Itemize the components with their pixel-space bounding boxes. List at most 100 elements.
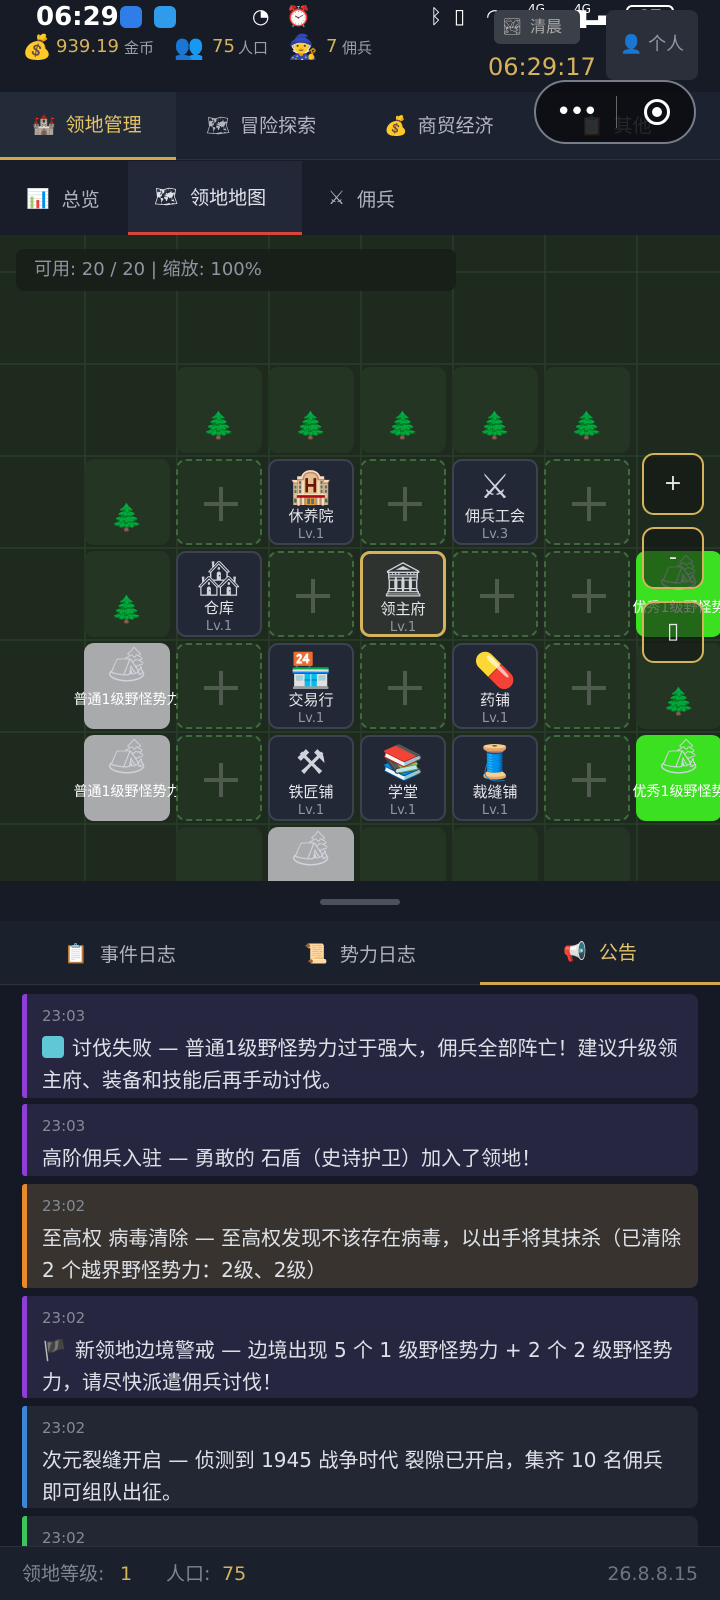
flag-icon: 🏴 [42, 1338, 67, 1362]
forest-tile[interactable]: 🌲 [360, 367, 446, 453]
building-blacksmith[interactable]: ⚒ 铁匠铺 Lv.1 [268, 735, 354, 821]
empty-plot[interactable] [360, 459, 446, 545]
empty-plot[interactable] [452, 551, 538, 637]
building-level: Lv.1 [389, 620, 417, 635]
log-text: 讨伐失败 — 普通1级野怪势力过于强大，佣兵全部阵亡！建议升级领主府、装备和技能… [42, 1036, 678, 1092]
profile-button[interactable]: 👤 个人 [606, 10, 698, 80]
tab-territory-map[interactable]: 🗺 领地地图 [128, 161, 302, 235]
zoom-in-button[interactable]: + [642, 453, 704, 515]
money-bag-icon: 💰 [384, 115, 408, 137]
speedometer-icon: ◔ [252, 4, 270, 28]
tab-faction-log[interactable]: 📜 势力日志 [240, 921, 480, 985]
territory-map[interactable]: 可用: 20 / 20 | 缩放: 100% 🌲 🌲 🌲 🌲 🌲 🌲 🏨 休养院… [0, 235, 720, 881]
forest-tile[interactable]: 🌲 [452, 367, 538, 453]
empty-plot[interactable] [544, 551, 630, 637]
empty-plot[interactable] [176, 735, 262, 821]
map-info-bar: 可用: 20 / 20 | 缩放: 100% [16, 249, 456, 291]
camping-icon: 🏕 [289, 829, 333, 869]
forest-tile[interactable]: 🌲 [84, 551, 170, 637]
tab-trade[interactable]: 💰 商贸经济 [384, 92, 544, 160]
forest-tile[interactable] [544, 827, 630, 881]
tab-adventure[interactable]: 🗺 冒险探索 [206, 92, 366, 160]
more-options-icon[interactable]: ••• [540, 86, 612, 138]
building-level: Lv.3 [481, 527, 509, 542]
plus-icon [572, 671, 606, 705]
announcement-list[interactable]: 23:03 讨伐失败 — 普通1级野怪势力过于强大，佣兵全部阵亡！建议升级领主府… [0, 986, 720, 1546]
building-lord-manor[interactable]: 🏛 领主府 Lv.1 [360, 551, 446, 637]
forest-tile[interactable] [176, 827, 262, 881]
forest-tile[interactable] [452, 827, 538, 881]
monster-name: 优秀1级野怪势 [632, 784, 720, 800]
log-card: 23:03 高阶佣兵入驻 — 勇敢的 石盾（史诗护卫）加入了领地！ [22, 1104, 698, 1176]
plus-icon [388, 671, 422, 705]
weather-label: 清晨 [530, 17, 563, 36]
building-name: 铁匠铺 [288, 783, 334, 801]
monster-camp-normal[interactable]: 🏕 [268, 827, 354, 881]
building-pharmacy[interactable]: 💊 药铺 Lv.1 [452, 643, 538, 729]
log-card: 23:02 🏴 新领地边境警戒 — 边境出现 5 个 1 级野怪势力 + 2 个 … [22, 1296, 698, 1398]
building-level: Lv.1 [297, 803, 325, 818]
hammer-pick-icon: ⚒ [295, 743, 327, 783]
version-label: 26.8.8.15 [607, 1563, 698, 1585]
plus-icon [572, 763, 606, 797]
empty-plot[interactable] [544, 643, 630, 729]
building-level: Lv.1 [297, 711, 325, 726]
drag-handle[interactable] [320, 899, 400, 905]
building-name: 交易行 [288, 691, 334, 709]
empty-plot[interactable] [544, 735, 630, 821]
log-accent-bar [22, 994, 27, 1098]
log-accent-bar [22, 1516, 27, 1546]
monster-camp-normal[interactable]: 🏕 普通1级野怪势力 [74, 643, 180, 729]
empty-plot[interactable] [176, 459, 262, 545]
monster-camp-normal[interactable]: 🏕 普通1级野怪势力 [74, 735, 180, 821]
chart-icon: 📊 [26, 187, 50, 210]
empty-plot[interactable] [268, 551, 354, 637]
profile-label: 个人 [648, 34, 685, 55]
tab-event-log[interactable]: 📋 事件日志 [0, 921, 240, 985]
weather-button[interactable]: 🏞 清晨 [494, 10, 580, 44]
log-accent-bar [22, 1104, 27, 1176]
building-name: 领主府 [380, 600, 426, 618]
forest-tile[interactable] [360, 827, 446, 881]
forest-tile[interactable]: 🌲 [84, 459, 170, 545]
tab-overview[interactable]: 📊 总览 [0, 161, 128, 235]
tab-mercenaries[interactable]: ⚔ 佣兵 [302, 161, 432, 235]
building-name: 药铺 [479, 691, 510, 709]
empty-plot[interactable] [176, 643, 262, 729]
plus-icon [572, 487, 606, 521]
plus-icon [204, 763, 238, 797]
tab-territory[interactable]: 🏰 领地管理 [0, 92, 176, 160]
bluetooth-icon: ᛒ [430, 4, 442, 28]
log-card: 23:02 次元裂缝开启 — 侦测到 1945 战争时代 裂隙已开启，集齐 10… [22, 1406, 698, 1508]
castle-icon: 🏰 [32, 113, 56, 136]
building-warehouse[interactable]: 🏘 仓库 Lv.1 [176, 551, 262, 637]
tree-icon: 🌲 [202, 411, 236, 441]
footer-pop-label: 人口: [166, 1563, 211, 1585]
population-unit: 人口 [238, 39, 269, 57]
crossed-swords-icon: ⚔ [328, 187, 346, 209]
forest-tile[interactable]: 🌲 [544, 367, 630, 453]
megaphone-icon: 📢 [563, 941, 587, 963]
log-text: 高阶佣兵入驻 — 勇敢的 石盾（史诗护卫）加入了领地！ [42, 1146, 542, 1170]
building-academy[interactable]: 📚 学堂 Lv.1 [360, 735, 446, 821]
monster-camp-elite[interactable]: 🏕 优秀1级野怪势 [633, 735, 720, 821]
building-rest-house[interactable]: 🏨 休养院 Lv.1 [268, 459, 354, 545]
reset-view-icon[interactable]: ▯ [642, 601, 704, 663]
building-tailor[interactable]: 🧵 裁缝铺 Lv.1 [452, 735, 538, 821]
log-message: 讨伐失败 — 普通1级野怪势力过于强大，佣兵全部阵亡！建议升级领主府、装备和技能… [42, 1032, 682, 1096]
zoom-out-button[interactable]: - [642, 527, 704, 589]
empty-plot[interactable] [360, 643, 446, 729]
empty-plot[interactable] [544, 459, 630, 545]
app-notification-icon [154, 6, 176, 28]
forest-tile[interactable]: 🌲 [176, 367, 262, 453]
tree-icon: 🌲 [386, 411, 420, 441]
forest-tile[interactable]: 🌲 [268, 367, 354, 453]
status-time: 06:29 [36, 2, 119, 32]
building-merc-guild[interactable]: ⚔ 佣兵工会 Lv.3 [452, 459, 538, 545]
log-card: 23:02 至高权 病毒清除 — 至高权发现不该存在病毒，以出手将其抹杀（已清除… [22, 1184, 698, 1288]
panel-drag-area[interactable] [0, 881, 720, 921]
building-trading-post[interactable]: 🏪 交易行 Lv.1 [268, 643, 354, 729]
close-miniapp-icon[interactable] [624, 86, 690, 138]
tab-announcements[interactable]: 📢 公告 [480, 921, 720, 985]
territory-level-value: 1 [120, 1563, 133, 1585]
